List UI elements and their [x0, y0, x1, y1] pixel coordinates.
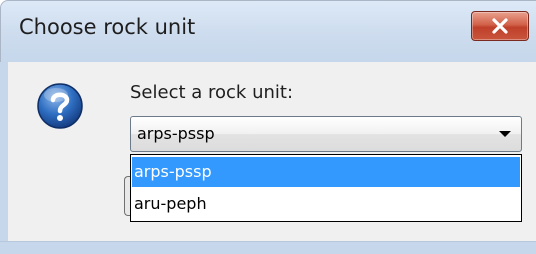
dropdown-option-arps-pssp[interactable]: arps-pssp: [132, 157, 520, 187]
rock-unit-select[interactable]: arps-pssp: [130, 116, 522, 152]
title-bar[interactable]: Choose rock unit: [0, 0, 536, 62]
rock-unit-dropdown-list: arps-pssp aru-peph: [130, 154, 522, 222]
close-button[interactable]: [471, 11, 529, 41]
chevron-down-icon[interactable]: [499, 131, 511, 137]
question-icon: [37, 83, 83, 129]
window-bottom-frame: [0, 241, 536, 254]
window-title: Choose rock unit: [19, 15, 196, 39]
dropdown-option-aru-peph[interactable]: aru-peph: [132, 189, 520, 219]
rock-unit-select-value: arps-pssp: [137, 124, 215, 143]
choose-rock-unit-dialog: Choose rock unit Select a rock unit: arp…: [0, 0, 536, 254]
prompt-label: Select a rock unit:: [130, 82, 294, 103]
close-icon: [492, 18, 508, 34]
